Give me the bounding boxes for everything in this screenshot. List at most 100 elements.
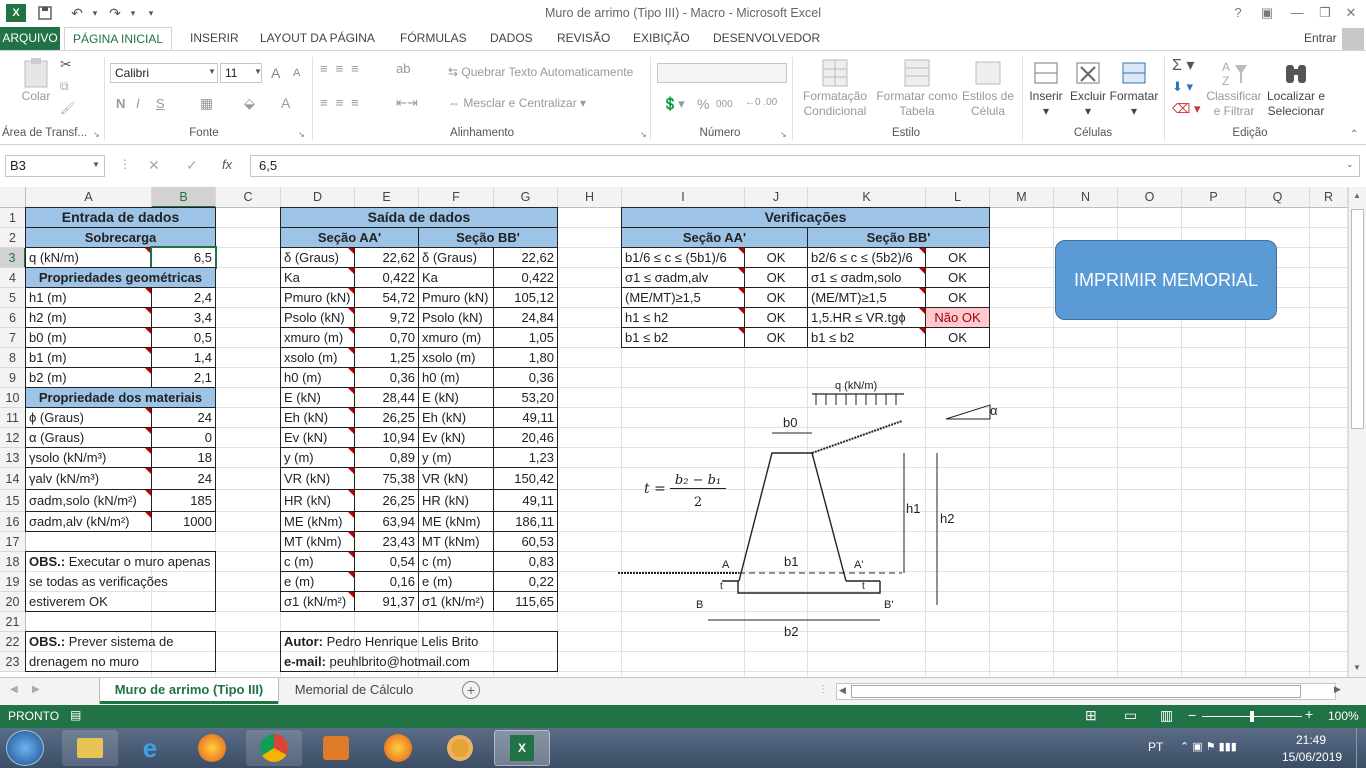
column-header[interactable]: C — [216, 187, 281, 208]
autosum-icon[interactable]: Σ ▾ — [1172, 55, 1194, 75]
format-as-table-button[interactable]: Formatar como Tabela — [874, 57, 960, 119]
saida-value-aa[interactable]: 0,54 — [354, 551, 419, 572]
verif-cond-aa[interactable]: b1 ≤ b2 — [621, 327, 745, 348]
saida-label-bb[interactable]: Ev (kN) — [418, 427, 494, 448]
saida-label-aa[interactable]: MT (kNm) — [280, 531, 355, 552]
author-box[interactable]: Autor: Pedro Henrique Lelis Brito e-mail:… — [280, 631, 558, 672]
saida-value-aa[interactable]: 0,422 — [354, 267, 419, 288]
row-header[interactable]: 12 — [0, 428, 26, 448]
font-color-icon[interactable]: A — [281, 95, 290, 111]
saida-label-bb[interactable]: σ1 (kN/m²) — [418, 591, 494, 612]
dialog-launcher-icon[interactable]: ↘ — [780, 130, 787, 139]
mat-value[interactable]: 24 — [151, 407, 216, 428]
saida-value-bb[interactable]: 105,12 — [493, 287, 558, 308]
saida-value-bb[interactable]: 115,65 — [493, 591, 558, 612]
saida-title[interactable]: Saída de dados — [280, 207, 558, 228]
verif-result-aa[interactable]: OK — [744, 267, 808, 288]
column-header[interactable]: K — [808, 187, 926, 208]
mat-value[interactable]: 0 — [151, 427, 216, 448]
number-format-select[interactable] — [657, 63, 787, 83]
saida-label-aa[interactable]: Psolo (kN) — [280, 307, 355, 328]
row-header[interactable]: 18 — [0, 552, 26, 572]
row-header[interactable]: 6 — [0, 308, 26, 328]
sobrecarga-header[interactable]: Sobrecarga — [25, 227, 216, 248]
saida-value-aa[interactable]: 23,43 — [354, 531, 419, 552]
saida-label-aa[interactable]: c (m) — [280, 551, 355, 572]
entrada-title[interactable]: Entrada de dados — [25, 207, 216, 228]
tab-home[interactable]: PÁGINA INICIAL — [64, 27, 172, 51]
firefox-icon[interactable] — [184, 730, 240, 766]
verif-result-aa[interactable]: OK — [744, 307, 808, 328]
saida-label-aa[interactable]: HR (kN) — [280, 489, 355, 512]
verif-cond-aa[interactable]: (ME/MT)≥1,5 — [621, 287, 745, 308]
currency-icon[interactable]: 💲▾ — [662, 96, 685, 112]
column-header[interactable]: B — [152, 187, 216, 208]
row-header[interactable]: 13 — [0, 448, 26, 468]
mat-label[interactable]: ϕ (Graus) — [25, 407, 152, 428]
row-header[interactable]: 19 — [0, 572, 26, 592]
geo-value[interactable]: 2,1 — [151, 367, 216, 388]
vertical-align-icons[interactable]: ≡≡≡ — [320, 61, 367, 76]
saida-label-bb[interactable]: xsolo (m) — [418, 347, 494, 368]
obs2-box[interactable]: OBS.: Prever sistema de drenagem no muro — [25, 631, 216, 672]
thousands-button[interactable]: 000 — [716, 99, 733, 110]
saida-value-bb[interactable]: 1,23 — [493, 447, 558, 468]
saida-value-aa[interactable]: 1,25 — [354, 347, 419, 368]
vertical-scrollbar[interactable]: ▲ ▼ — [1348, 187, 1366, 677]
saida-value-aa[interactable]: 0,16 — [354, 571, 419, 592]
hscroll-right-icon[interactable]: ▶ — [1334, 684, 1341, 695]
saida-label-bb[interactable]: HR (kN) — [418, 489, 494, 512]
saida-value-aa[interactable]: 22,62 — [354, 247, 419, 268]
saida-value-aa[interactable]: 63,94 — [354, 511, 419, 532]
tab-developer[interactable]: DESENVOLVEDOR — [707, 27, 826, 50]
dialog-launcher-icon[interactable]: ↘ — [298, 130, 305, 139]
saida-label-bb[interactable]: VR (kN) — [418, 467, 494, 490]
verif-result-aa[interactable]: OK — [744, 287, 808, 308]
minimize-button[interactable]: — — [1282, 2, 1312, 24]
geo-header[interactable]: Propriedades geométricas — [25, 267, 216, 288]
geo-label[interactable]: h1 (m) — [25, 287, 152, 308]
row-header[interactable]: 9 — [0, 368, 26, 388]
decimal-icons[interactable]: ←0 .00 — [745, 97, 777, 108]
saida-sec-bb[interactable]: Seção BB' — [418, 227, 558, 248]
mat-label[interactable]: γsolo (kN/m³) — [25, 447, 152, 468]
cancel-icon[interactable]: ✕ — [148, 157, 160, 174]
delete-cells-button[interactable]: Excluir ▾ — [1068, 57, 1108, 119]
expand-formula-icon[interactable]: ⌄ — [1346, 159, 1354, 170]
scroll-thumb[interactable] — [1351, 209, 1364, 429]
chrome-icon[interactable] — [246, 730, 302, 766]
saida-label-aa[interactable]: Ev (kN) — [280, 427, 355, 448]
saida-value-bb[interactable]: 0,83 — [493, 551, 558, 572]
borders-icon[interactable]: ▦ — [200, 95, 213, 112]
saida-label-bb[interactable]: ME (kNm) — [418, 511, 494, 532]
saida-value-bb[interactable]: 20,46 — [493, 427, 558, 448]
language-indicator[interactable]: PT — [1148, 740, 1163, 754]
saida-value-bb[interactable]: 49,11 — [493, 489, 558, 512]
saida-value-bb[interactable]: 0,422 — [493, 267, 558, 288]
tab-file[interactable]: ARQUIVO — [0, 27, 60, 50]
worksheet-grid[interactable]: IMPRIMIR MEMORIAL q (kN/m) b0 α h1 h2 b1… — [0, 187, 1348, 677]
sign-in-link[interactable]: Entrar — [1298, 27, 1343, 50]
verif-result-bb[interactable]: OK — [925, 287, 990, 308]
saida-label-aa[interactable]: xsolo (m) — [280, 347, 355, 368]
saida-label-aa[interactable]: σ1 (kN/m²) — [280, 591, 355, 612]
sort-filter-button[interactable]: AZ Classificar e Filtrar — [1206, 57, 1262, 119]
verif-cond-bb[interactable]: σ1 ≤ σadm,solo — [807, 267, 926, 288]
saida-label-bb[interactable]: c (m) — [418, 551, 494, 572]
saida-label-bb[interactable]: MT (kNm) — [418, 531, 494, 552]
q-value-cell[interactable]: 6,5 — [150, 246, 217, 269]
verif-cond-bb[interactable]: b2/6 ≤ c ≤ (5b2)/6 — [807, 247, 926, 268]
obs1-box[interactable]: OBS.: Executar o muro apenas se todas as … — [25, 551, 216, 612]
insert-function-button[interactable]: fx — [222, 157, 232, 172]
sheet-tab-active[interactable]: Muro de arrimo (Tipo III) — [100, 678, 278, 704]
increase-font-icon[interactable]: A — [271, 65, 280, 81]
saida-value-aa[interactable]: 91,37 — [354, 591, 419, 612]
saida-label-bb[interactable]: Ka — [418, 267, 494, 288]
saida-value-aa[interactable]: 28,44 — [354, 387, 419, 408]
saida-label-bb[interactable]: Pmuro (kN) — [418, 287, 494, 308]
tab-review[interactable]: REVISÃO — [551, 27, 616, 50]
column-header[interactable]: O — [1118, 187, 1182, 208]
underline-button[interactable]: S — [156, 96, 165, 111]
mat-value[interactable]: 24 — [151, 467, 216, 490]
saida-label-aa[interactable]: xmuro (m) — [280, 327, 355, 348]
